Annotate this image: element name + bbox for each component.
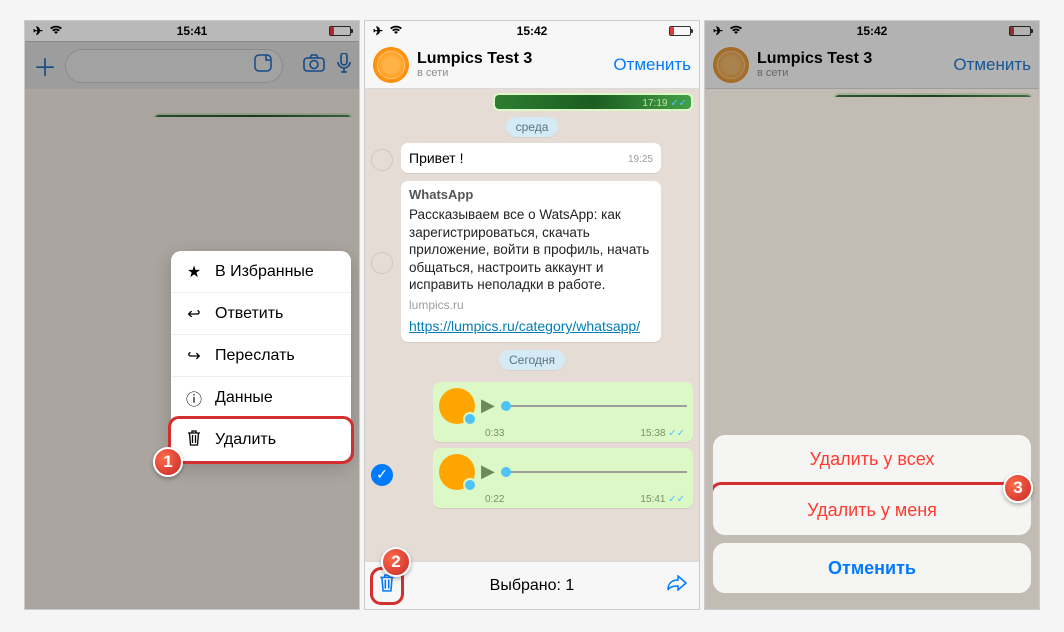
screenshot-3: ✈︎ 15:42 Lumpics Test 3 в сети Отменить … <box>704 20 1040 610</box>
date-separator: среда <box>506 117 559 137</box>
select-radio-checked[interactable] <box>371 464 393 486</box>
cancel-button[interactable]: Отменить <box>613 55 691 75</box>
reply-icon: ↩ <box>185 304 203 324</box>
screenshot-1: ✈︎ 15:41 ‹ Lumpics Test 3 в сети 17:19 ✓… <box>24 20 360 610</box>
star-icon: ★ <box>185 262 203 282</box>
step-badge-3: 3 <box>1003 473 1033 503</box>
delete-for-everyone[interactable]: Удалить у всех <box>713 435 1031 485</box>
menu-reply[interactable]: ↩ Ответить <box>171 293 351 335</box>
voice-track[interactable] <box>501 471 687 473</box>
menu-info[interactable]: ⓘ Данные <box>171 377 351 419</box>
forward-icon: ↪ <box>185 346 203 366</box>
date-separator: Сегодня <box>499 350 565 370</box>
voice-message-1[interactable]: ▶ 0:3315:38 ✓✓ <box>433 382 693 442</box>
image-message[interactable]: 17:19 ✓✓ <box>493 93 693 111</box>
chat-title[interactable]: Lumpics Test 3 <box>417 51 532 67</box>
menu-delete[interactable]: Удалить <box>171 419 351 461</box>
menu-forward[interactable]: ↪ Переслать <box>171 335 351 377</box>
trash-icon <box>185 430 203 451</box>
action-sheet-cancel[interactable]: Отменить <box>713 543 1031 593</box>
preview-body: Рассказываем все о WatsApp: как зарегист… <box>409 206 653 294</box>
chat-status: в сети <box>417 67 532 79</box>
play-icon[interactable]: ▶ <box>481 395 495 416</box>
step-badge-2: 2 <box>381 547 411 577</box>
incoming-link-message[interactable]: WhatsApp Рассказываем все о WatsApp: как… <box>401 181 661 341</box>
forward-button[interactable] <box>663 570 691 601</box>
step-badge-1: 1 <box>153 447 183 477</box>
selection-toolbar: Выбрано: 1 <box>365 561 699 609</box>
battery-icon <box>669 26 691 36</box>
voice-message-2-selected[interactable]: ▶ 0:2215:41 ✓✓ <box>433 448 693 508</box>
preview-title: WhatsApp <box>409 187 653 204</box>
avatar[interactable] <box>373 47 409 83</box>
context-menu: ★ В Избранные ↩ Ответить ↪ Переслать ⓘ Д… <box>171 251 351 461</box>
voice-avatar <box>439 388 475 424</box>
play-icon[interactable]: ▶ <box>481 461 495 482</box>
screenshot-2: ✈︎ 15:42 Lumpics Test 3 в сети Отменить … <box>364 20 700 610</box>
status-bar: ✈︎ 15:42 <box>365 21 699 41</box>
messages-area: 17:19 ✓✓ среда Привет ! 19:25 WhatsApp Р… <box>365 89 699 561</box>
selected-count: Выбрано: 1 <box>401 577 663 595</box>
chat-nav: Lumpics Test 3 в сети Отменить <box>365 41 699 89</box>
voice-track[interactable] <box>501 405 687 407</box>
select-radio[interactable] <box>371 149 393 171</box>
message-link[interactable]: https://lumpics.ru/category/whatsapp/ <box>409 317 653 335</box>
info-icon: ⓘ <box>185 386 203 410</box>
select-radio[interactable] <box>371 252 393 274</box>
incoming-message[interactable]: Привет ! 19:25 <box>401 143 661 173</box>
voice-avatar <box>439 454 475 490</box>
action-sheet: Удалить у всех Удалить у меня Отменить <box>713 435 1031 601</box>
preview-site: lumpics.ru <box>409 298 653 314</box>
status-time: 15:42 <box>365 24 699 38</box>
menu-favorite[interactable]: ★ В Избранные <box>171 251 351 293</box>
delete-for-me[interactable]: Удалить у меня <box>713 485 1031 535</box>
